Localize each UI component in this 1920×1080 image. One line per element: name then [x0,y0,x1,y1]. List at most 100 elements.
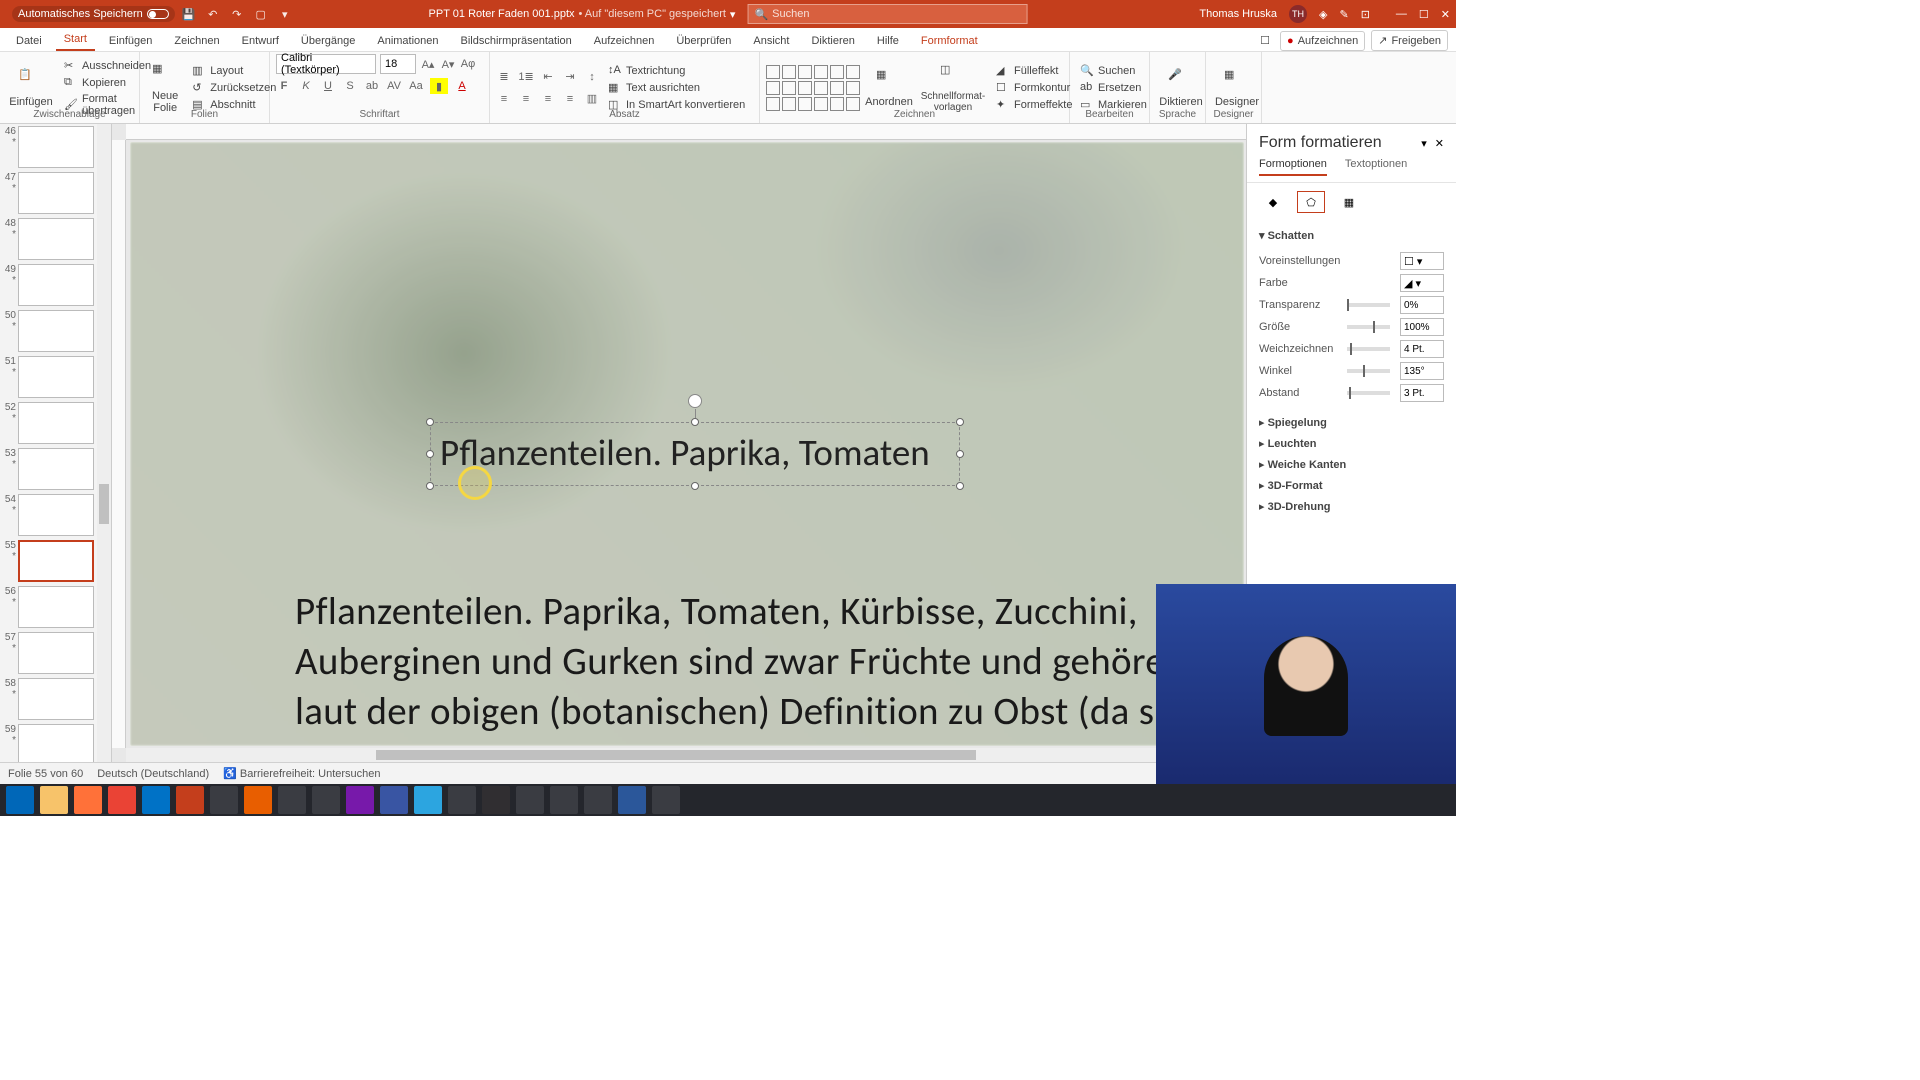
app-icon[interactable] [210,786,238,814]
slide-thumbnail[interactable] [18,126,94,168]
resize-handle[interactable] [426,482,434,490]
section-schatten[interactable]: ▾ Schatten [1259,225,1444,246]
resize-handle[interactable] [426,418,434,426]
section-3d-drehung[interactable]: ▸ 3D-Drehung [1259,496,1444,517]
tab-datei[interactable]: Datei [8,31,50,51]
file-name[interactable]: PPT 01 Roter Faden 001.pptx • Auf "diese… [429,8,736,21]
obs-icon[interactable] [482,786,510,814]
find-button[interactable]: 🔍Suchen [1076,63,1151,79]
slide-thumbnail[interactable] [18,448,94,490]
close-pane-icon[interactable]: ✕ [1435,137,1444,150]
app-icon[interactable] [448,786,476,814]
columns-icon[interactable]: ▥ [584,91,600,107]
quick-styles-button[interactable]: ◫Schnellformat- vorlagen [918,61,988,115]
replace-button[interactable]: abErsetzen [1076,80,1151,96]
size-slider[interactable] [1347,325,1390,329]
slide-thumbnail[interactable] [18,632,94,674]
blur-slider[interactable] [1347,347,1390,351]
section-weiche-kanten[interactable]: ▸ Weiche Kanten [1259,454,1444,475]
toggle-switch-icon[interactable] [147,9,169,19]
reset-button[interactable]: ↺Zurücksetzen [188,80,280,96]
font-name-select[interactable]: Calibri (Textkörper) [276,54,376,74]
align-center-icon[interactable]: ≡ [518,91,534,107]
justify-icon[interactable]: ≡ [562,91,578,107]
shape-fill-button[interactable]: ◢Fülleffekt [992,63,1077,79]
size-value[interactable]: 100% [1400,318,1444,336]
designer-button[interactable]: ▦Designer [1212,66,1262,110]
chevron-down-icon[interactable]: ▾ [730,8,736,21]
section-3d-format[interactable]: ▸ 3D-Format [1259,475,1444,496]
minimize-icon[interactable]: — [1396,8,1407,21]
distance-slider[interactable] [1347,391,1390,395]
decrease-indent-icon[interactable]: ⇤ [540,69,556,85]
ribbon-display-icon[interactable]: ⊡ [1361,8,1370,21]
align-left-icon[interactable]: ≡ [496,91,512,107]
text-box-content[interactable]: Pflanzenteilen. Paprika, Tomaten [440,430,930,475]
app-icon[interactable] [652,786,680,814]
chrome-icon[interactable] [108,786,136,814]
shadow-text-icon[interactable]: ab [364,78,380,94]
close-icon[interactable]: ✕ [1441,8,1450,21]
distance-value[interactable]: 3 Pt. [1400,384,1444,402]
tab-uebergaenge[interactable]: Übergänge [293,31,363,51]
align-text-button[interactable]: ▦Text ausrichten [604,80,749,96]
body-text-box[interactable]: Pflanzenteilen. Paprika, Tomaten, Kürbis… [295,587,1204,746]
avatar[interactable]: TH [1289,5,1307,23]
rotation-handle-icon[interactable] [688,394,702,408]
align-right-icon[interactable]: ≡ [540,91,556,107]
bold-icon[interactable]: F [276,78,292,94]
shapes-gallery[interactable] [766,65,860,111]
selected-text-box[interactable]: Pflanzenteilen. Paprika, Tomaten [430,422,960,486]
slide-thumbnail[interactable] [18,586,94,628]
tab-hilfe[interactable]: Hilfe [869,31,907,51]
strike-icon[interactable]: S [342,78,358,94]
blur-value[interactable]: 4 Pt. [1400,340,1444,358]
share-button[interactable]: ↗Freigeben [1371,30,1448,51]
angle-slider[interactable] [1347,369,1390,373]
slide-canvas[interactable]: Pflanzenteilen. Paprika, Tomaten Pflanze… [130,142,1244,746]
section-spiegelung[interactable]: ▸ Spiegelung [1259,412,1444,433]
tab-einfuegen[interactable]: Einfügen [101,31,160,51]
increase-indent-icon[interactable]: ⇥ [562,69,578,85]
undo-icon[interactable]: ↶ [205,6,221,22]
task-pane-options-icon[interactable]: ▾ [1421,137,1427,150]
increase-font-icon[interactable]: A▴ [420,56,436,72]
paste-button[interactable]: 📋Einfügen [6,66,56,110]
resize-handle[interactable] [426,450,434,458]
slide-thumbnail[interactable] [18,172,94,214]
shadow-presets-picker[interactable]: ☐ ▾ [1400,252,1444,270]
char-spacing-icon[interactable]: AV [386,78,402,94]
search-input[interactable]: 🔍 Suchen [747,4,1027,24]
app-icon[interactable] [584,786,612,814]
section-leuchten[interactable]: ▸ Leuchten [1259,433,1444,454]
thumbnail-scrollbar[interactable] [97,124,111,762]
windows-taskbar[interactable] [0,784,1456,816]
visio-icon[interactable] [380,786,408,814]
tab-formformat[interactable]: Formformat [913,31,986,51]
firefox-icon[interactable] [74,786,102,814]
new-slide-button[interactable]: ▦Neue Folie [146,60,184,116]
onenote-icon[interactable] [346,786,374,814]
customize-qat-icon[interactable]: ▾ [277,6,293,22]
tab-animationen[interactable]: Animationen [369,31,446,51]
highlight-icon[interactable]: ▮ [430,78,448,94]
text-direction-button[interactable]: ↕ATextrichtung [604,63,749,79]
slide-thumbnails-panel[interactable]: 46*47*48*49*50*51*52*53*54*55*56*57*58*5… [0,124,112,762]
slide-thumbnail[interactable] [18,678,94,720]
font-color-icon[interactable]: A [454,78,470,94]
resize-handle[interactable] [956,418,964,426]
dictate-button[interactable]: 🎤Diktieren [1156,66,1206,110]
autosave-toggle[interactable]: Automatisches Speichern [12,6,175,22]
coming-soon-icon[interactable]: ◈ [1319,8,1327,21]
transparency-value[interactable]: 0% [1400,296,1444,314]
slide-thumbnail[interactable] [18,724,94,762]
app-icon[interactable] [516,786,544,814]
clear-format-icon[interactable]: Aφ [460,56,476,72]
app-icon[interactable] [312,786,340,814]
tab-entwurf[interactable]: Entwurf [234,31,287,51]
slide-thumbnail[interactable] [18,264,94,306]
effects-tab-icon[interactable]: ⬠ [1297,191,1325,213]
resize-handle[interactable] [956,450,964,458]
resize-handle[interactable] [691,418,699,426]
tab-bildschirm[interactable]: Bildschirmpräsentation [453,31,580,51]
